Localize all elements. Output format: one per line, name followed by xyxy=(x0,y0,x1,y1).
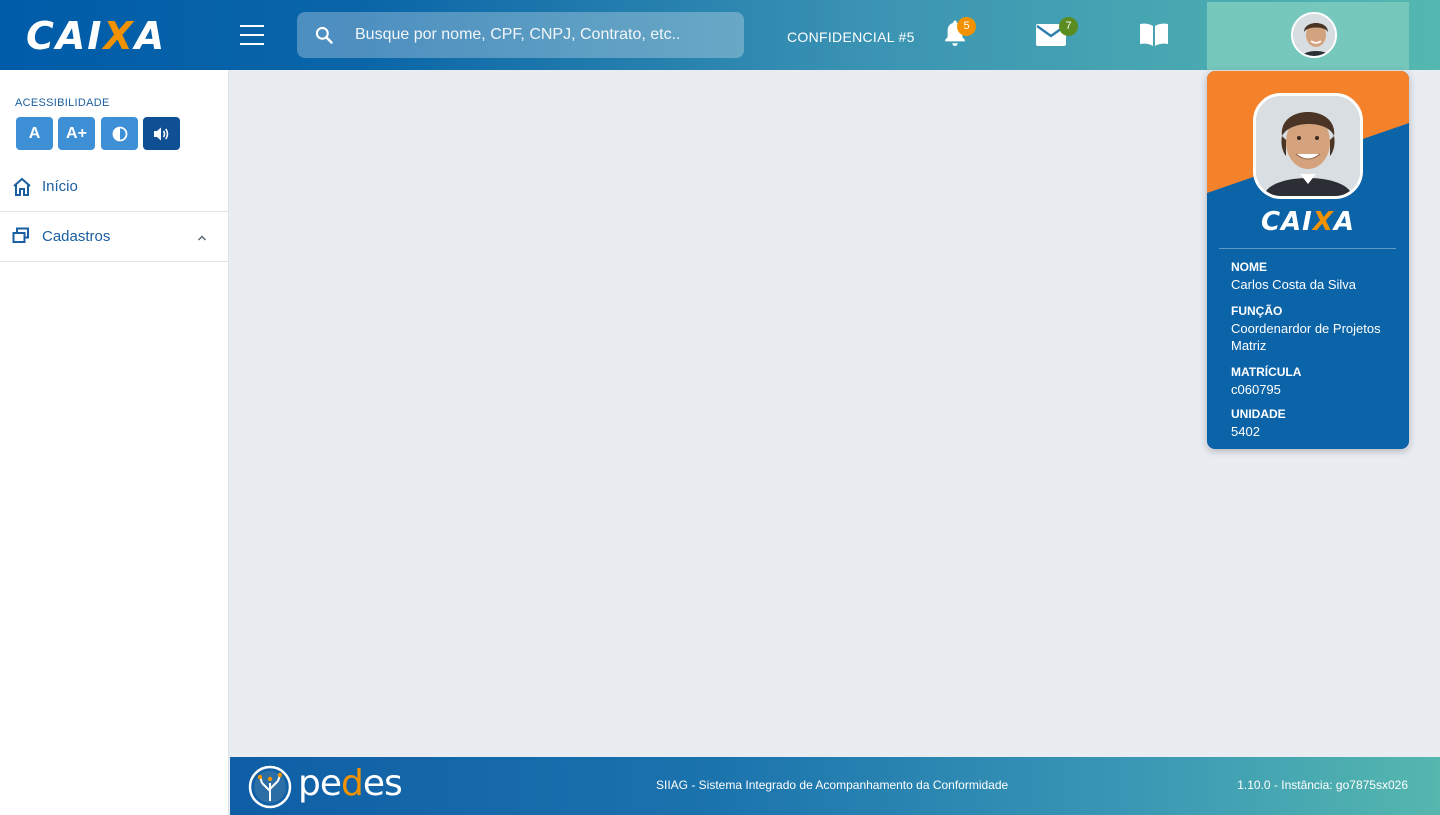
contrast-button[interactable] xyxy=(101,117,138,150)
menu-toggle-icon[interactable] xyxy=(240,25,264,45)
logo-text-prefix: CAI xyxy=(26,14,104,58)
pedes-text-d: d xyxy=(341,763,364,804)
sidebar-item-cadastros[interactable]: Cadastros xyxy=(0,212,229,262)
card-logo-suffix: A xyxy=(1333,207,1356,237)
pedes-logo: pedes xyxy=(248,763,418,809)
sidebar-item-label: Cadastros xyxy=(42,228,111,245)
top-header: CAIXA CONFIDENCIAL #5 5 7 xyxy=(0,0,1440,70)
manual-button[interactable] xyxy=(1138,18,1172,52)
id-label: MATRÍCULA xyxy=(1231,365,1302,379)
windows-icon xyxy=(12,227,29,243)
caixa-logo[interactable]: CAIXA xyxy=(26,14,166,58)
font-increase-button[interactable]: A+ xyxy=(58,117,95,150)
card-logo-prefix: CAI xyxy=(1260,207,1313,237)
logo-text-x: X xyxy=(103,14,135,58)
sidebar-item-label: Início xyxy=(42,178,78,195)
unit-label: UNIDADE xyxy=(1231,407,1286,421)
pedes-text-pe: pe xyxy=(298,763,342,804)
speaker-icon xyxy=(153,127,168,140)
tree-emblem-icon xyxy=(248,765,292,809)
card-logo-x: X xyxy=(1312,207,1334,237)
name-value: Carlos Costa da Silva xyxy=(1231,277,1356,292)
sidebar-item-inicio[interactable]: Início xyxy=(0,162,229,212)
logo-text-suffix: A xyxy=(134,14,167,58)
role-value: Coordenardor de Projetos Matriz xyxy=(1231,321,1381,353)
messages-badge: 7 xyxy=(1059,17,1078,36)
system-name: SIIAG - Sistema Integrado de Acompanhame… xyxy=(656,778,1009,792)
search-input[interactable] xyxy=(355,12,735,58)
pedes-wordmark: pedes xyxy=(298,763,403,804)
card-caixa-logo: CAIXA xyxy=(1207,207,1409,237)
accessibility-title: ACESSIBILIDADE xyxy=(15,97,110,109)
version-info: 1.10.0 - Instância: go7875sx026 xyxy=(1237,778,1408,792)
sidebar: ACESSIBILIDADE A A+ Início Cadastros xyxy=(0,70,229,815)
confidential-label: CONFIDENCIAL #5 xyxy=(787,29,915,45)
profile-photo xyxy=(1253,93,1363,199)
user-menu-button[interactable] xyxy=(1207,2,1409,70)
font-normal-button[interactable]: A xyxy=(16,117,53,150)
search-icon[interactable] xyxy=(314,25,334,45)
contrast-icon xyxy=(112,126,127,141)
home-icon xyxy=(13,177,31,196)
search-box xyxy=(297,12,744,58)
messages-button[interactable]: 7 xyxy=(1035,17,1079,52)
notifications-badge: 5 xyxy=(957,17,976,36)
audio-button[interactable] xyxy=(143,117,180,150)
unit-value: 5402 xyxy=(1231,424,1260,439)
footer: pedes SIIAG - Sistema Integrado de Acomp… xyxy=(230,757,1440,815)
profile-card: CAIXA NOME Carlos Costa da Silva FUNÇÃO … xyxy=(1207,71,1409,449)
open-book-icon xyxy=(1140,23,1168,46)
name-label: NOME xyxy=(1231,260,1267,274)
role-label: FUNÇÃO xyxy=(1231,304,1283,318)
id-value: c060795 xyxy=(1231,382,1281,397)
card-divider xyxy=(1219,248,1396,249)
pedes-text-es: es xyxy=(362,763,403,804)
notifications-button[interactable]: 5 xyxy=(940,17,980,52)
chevron-up-icon[interactable] xyxy=(197,234,207,242)
user-avatar xyxy=(1291,12,1337,58)
